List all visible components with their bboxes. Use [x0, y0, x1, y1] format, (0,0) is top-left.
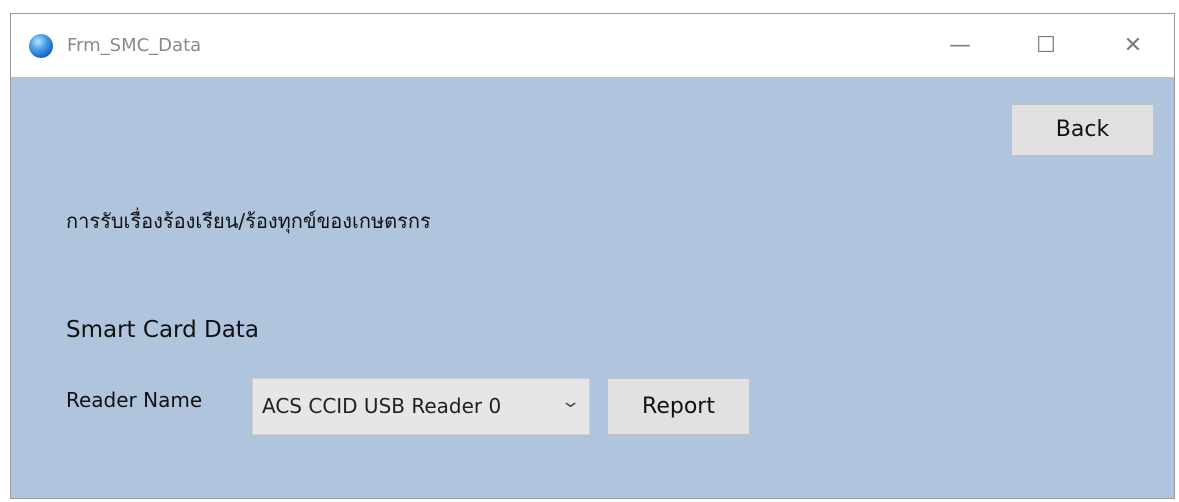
complaint-title-label: การรับเรื่องร้องเรียน/ร้องทุกข์ของเกษตรก… — [66, 209, 431, 233]
chevron-down-icon: ⌄ — [559, 391, 582, 412]
globe-icon — [29, 34, 53, 58]
app-window: Frm_SMC_Data — ☐ ✕ Back การรับเรื่องร้อง… — [10, 13, 1175, 499]
title-bar: Frm_SMC_Data — ☐ ✕ — [11, 14, 1174, 77]
reader-name-label: Reader Name — [66, 388, 203, 412]
window-title: Frm_SMC_Data — [67, 35, 202, 56]
reader-name-value: ACS CCID USB Reader 0 — [262, 394, 502, 418]
report-button[interactable]: Report — [607, 378, 750, 435]
minimize-button[interactable]: — — [932, 14, 988, 77]
close-button[interactable]: ✕ — [1105, 14, 1161, 77]
section-title: Smart Card Data — [66, 317, 259, 343]
reader-name-select[interactable]: ACS CCID USB Reader 0 ⌄ — [252, 378, 590, 435]
back-button[interactable]: Back — [1011, 104, 1154, 156]
maximize-button[interactable]: ☐ — [1018, 14, 1074, 77]
